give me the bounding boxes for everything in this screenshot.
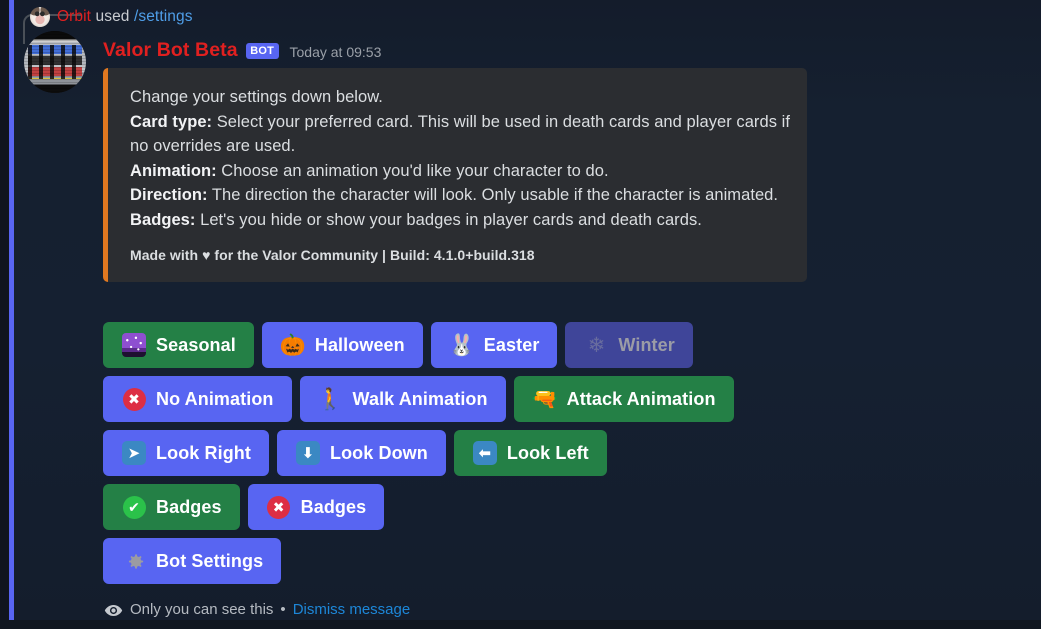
action-row-bot-settings: Bot Settings: [103, 538, 734, 584]
jack-o-lantern-emoji: 🎃: [279, 333, 306, 357]
interaction-username[interactable]: Orbit: [57, 8, 91, 25]
button-halloween[interactable]: 🎃 Halloween: [261, 322, 423, 368]
embed-card: Change your settings down below. Card ty…: [103, 68, 807, 282]
cross-mark-emoji: ✖: [121, 386, 147, 412]
check-mark-emoji: ✔: [121, 494, 147, 520]
arrow-down-emoji: ⬇: [295, 440, 321, 466]
message-author-name[interactable]: Valor Bot Beta: [103, 38, 238, 62]
ephemeral-footer: Only you can see this • Dismiss message: [104, 600, 410, 620]
interaction-header: Orbit used /settings: [30, 4, 193, 30]
button-label: Walk Animation: [352, 388, 488, 409]
snowflake-emoji: ❄: [587, 333, 606, 357]
button-bot-settings[interactable]: Bot Settings: [103, 538, 282, 584]
embed-footer: Made with ♥ for the Valor Community | Bu…: [130, 246, 791, 264]
action-row-direction: ➤ Look Right ⬇ Look Down ⬅ Look Left: [103, 430, 734, 476]
user-avatar-icon: [30, 7, 50, 27]
button-label: Look Left: [506, 442, 589, 463]
bottom-strip: [0, 620, 1041, 629]
milky-way-emoji: [121, 332, 147, 358]
embed-field-text-animation: Choose an animation you'd like your char…: [216, 161, 609, 180]
embed-field-text-card-type: Select your preferred card. This will be…: [130, 112, 790, 156]
interaction-used-label: used: [95, 8, 130, 25]
embed-field-label-direction: Direction:: [130, 186, 208, 204]
rabbit-face-emoji: 🐰: [448, 333, 475, 357]
button-walk-animation[interactable]: 🚶 Walk Animation: [299, 376, 506, 422]
button-label: No Animation: [156, 388, 274, 409]
ephemeral-text: Only you can see this: [130, 601, 274, 618]
button-label: Badges: [156, 496, 222, 517]
eye-icon: [104, 601, 123, 620]
action-rows: Seasonal 🎃 Halloween 🐰 Easter ❄ Winter ✖…: [103, 322, 734, 584]
ephemeral-separator: •: [280, 601, 286, 618]
embed-field-text-direction: The direction the character will look. O…: [207, 186, 779, 204]
slash-command-link[interactable]: /settings: [134, 8, 193, 25]
embed-footer-prefix: Made with: [130, 247, 203, 263]
embed-field-text-badges: Let's you hide or show your badges in pl…: [195, 210, 702, 229]
button-label: Seasonal: [156, 334, 236, 355]
embed-field-label-card-type: Card type:: [130, 112, 213, 131]
button-look-left[interactable]: ⬅ Look Left: [453, 430, 607, 476]
ephemeral-accent-bar: [9, 0, 14, 629]
button-no-animation[interactable]: ✖ No Animation: [103, 376, 292, 422]
person-walking-emoji: 🚶: [317, 387, 344, 411]
button-badges-hide[interactable]: ✖ Badges: [247, 484, 385, 530]
action-row-badges: ✔ Badges ✖ Badges: [103, 484, 734, 530]
bot-avatar[interactable]: [24, 31, 86, 93]
message-timestamp: Today at 09:53: [289, 44, 382, 60]
gear-emoji: [121, 548, 147, 574]
button-seasonal[interactable]: Seasonal: [103, 322, 254, 368]
cross-mark-emoji: ✖: [266, 494, 292, 520]
button-label: Winter: [618, 334, 675, 355]
button-look-down[interactable]: ⬇ Look Down: [276, 430, 446, 476]
button-attack-animation[interactable]: 🔫 Attack Animation: [513, 376, 734, 422]
arrow-left-emoji: ⬅: [472, 440, 498, 466]
embed-description: Change your settings down below. Card ty…: [130, 85, 791, 232]
button-winter: ❄ Winter: [565, 322, 693, 368]
embed-footer-suffix: for the Valor Community | Build: 4.1.0+b…: [210, 247, 535, 263]
embed-field-label-animation: Animation:: [130, 161, 217, 180]
embed-intro-line: Change your settings down below.: [130, 88, 383, 106]
discord-message-view: Orbit used /settings Valor Bot Beta BOT …: [0, 0, 1041, 629]
avatar-scanlines: [24, 31, 86, 93]
button-easter[interactable]: 🐰 Easter: [430, 322, 558, 368]
button-label: Badges: [300, 496, 367, 517]
dismiss-message-link[interactable]: Dismiss message: [293, 600, 411, 620]
interaction-text: Orbit used /settings: [57, 7, 193, 27]
action-row-card-type: Seasonal 🎃 Halloween 🐰 Easter ❄ Winter: [103, 322, 734, 368]
button-label: Bot Settings: [156, 550, 264, 571]
button-badges-show[interactable]: ✔ Badges: [103, 484, 240, 530]
button-label: Look Down: [329, 442, 428, 463]
arrow-right-emoji: ➤: [121, 440, 147, 466]
button-label: Attack Animation: [566, 388, 716, 409]
button-label: Halloween: [314, 334, 405, 355]
left-gutter: [0, 0, 9, 629]
embed-field-label-badges: Badges:: [130, 210, 196, 229]
button-label: Look Right: [156, 442, 251, 463]
message-header: Valor Bot Beta BOT Today at 09:53: [103, 38, 381, 62]
button-label: Easter: [483, 334, 540, 355]
action-row-animation: ✖ No Animation 🚶 Walk Animation 🔫 Attack…: [103, 376, 734, 422]
water-pistol-emoji: 🔫: [531, 387, 558, 411]
button-look-right[interactable]: ➤ Look Right: [103, 430, 269, 476]
bot-badge: BOT: [245, 43, 279, 59]
